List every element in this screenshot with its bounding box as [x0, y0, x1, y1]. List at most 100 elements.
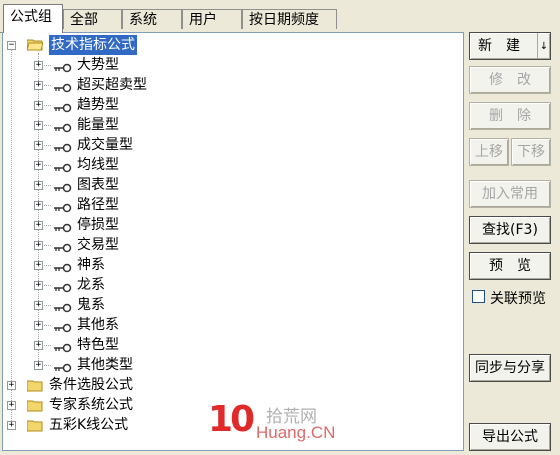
- tree-node-child[interactable]: + 停损型: [3, 215, 463, 235]
- tree-node-label: 其他类型: [77, 357, 133, 373]
- add-to-common-button[interactable]: 加入常用: [469, 180, 551, 208]
- export-formula-button[interactable]: 导出公式: [469, 423, 551, 451]
- tab-formula-group[interactable]: 公式组: [3, 4, 63, 33]
- tree-node-label: 停损型: [77, 217, 119, 233]
- watermark-domain: Huang.CN: [256, 423, 336, 442]
- expand-icon[interactable]: +: [34, 121, 43, 130]
- tree-node-child[interactable]: + 路径型: [3, 195, 463, 215]
- tree-node-child[interactable]: + 鬼系: [3, 295, 463, 315]
- key-icon: [53, 120, 73, 133]
- tree-node-child[interactable]: + 大势型: [3, 55, 463, 75]
- tree-node-label: 交易型: [77, 237, 119, 253]
- expand-icon[interactable]: +: [34, 361, 43, 370]
- tree-node-child[interactable]: + 龙系: [3, 275, 463, 295]
- key-icon: [53, 100, 73, 113]
- move-down-button[interactable]: 下移: [511, 138, 551, 166]
- expand-icon[interactable]: +: [7, 421, 16, 430]
- tree-node-label: 趋势型: [77, 97, 119, 113]
- expand-icon[interactable]: +: [34, 341, 43, 350]
- expand-icon[interactable]: +: [7, 381, 16, 390]
- folder-open-icon: [27, 39, 43, 51]
- tree-node-technical-indicators[interactable]: − 技术指标公式: [3, 35, 463, 55]
- expand-icon[interactable]: +: [34, 81, 43, 90]
- expand-icon[interactable]: +: [34, 161, 43, 170]
- tree-node-child[interactable]: + 均线型: [3, 155, 463, 175]
- tree-node-child[interactable]: + 超买超卖型: [3, 75, 463, 95]
- preview-button-label: 预 览: [489, 258, 531, 274]
- tab-all[interactable]: 全部: [63, 9, 122, 29]
- expand-icon[interactable]: +: [34, 221, 43, 230]
- tree-node-child[interactable]: + 趋势型: [3, 95, 463, 115]
- collapse-icon[interactable]: −: [7, 41, 16, 50]
- delete-button-label: 删 除: [489, 108, 531, 124]
- tree-node-child[interactable]: + 能量型: [3, 115, 463, 135]
- expand-icon[interactable]: +: [34, 101, 43, 110]
- tab-user[interactable]: 用户: [182, 9, 242, 29]
- tree-node-label: 技术指标公式: [49, 35, 137, 55]
- expand-icon[interactable]: +: [34, 181, 43, 190]
- tree-node-child[interactable]: + 图表型: [3, 175, 463, 195]
- new-button[interactable]: 新 建 ↓: [469, 32, 551, 60]
- expand-icon[interactable]: +: [34, 301, 43, 310]
- tree-node-label: 条件选股公式: [49, 377, 133, 393]
- tree-node-label: 五彩K线公式: [49, 417, 129, 433]
- expand-icon[interactable]: +: [34, 141, 43, 150]
- tree-node-label: 神系: [77, 257, 105, 273]
- tree-node-label: 特色型: [77, 337, 119, 353]
- key-icon: [53, 360, 73, 373]
- tree-node-root-folder[interactable]: + 条件选股公式: [3, 375, 463, 395]
- find-button[interactable]: 查找(F3): [469, 216, 551, 244]
- key-icon: [53, 80, 73, 93]
- export-formula-button-label: 导出公式: [482, 429, 538, 445]
- add-to-common-button-label: 加入常用: [482, 186, 538, 202]
- sync-share-button[interactable]: 同步与分享: [469, 354, 551, 382]
- tab-label: 系统: [129, 12, 157, 28]
- watermark-logo: 10 拾荒网 Huang.CN: [208, 400, 348, 448]
- tab-system[interactable]: 系统: [122, 9, 182, 29]
- tree-node-child[interactable]: + 成交量型: [3, 135, 463, 155]
- key-icon: [53, 140, 73, 153]
- tree-node-label: 鬼系: [77, 297, 105, 313]
- move-down-button-label: 下移: [517, 144, 545, 160]
- delete-button[interactable]: 删 除: [469, 102, 551, 130]
- tab-label: 用户: [189, 12, 217, 28]
- dropdown-arrow-icon[interactable]: ↓: [537, 33, 550, 59]
- tree-node-child[interactable]: + 特色型: [3, 335, 463, 355]
- key-icon: [53, 220, 73, 233]
- tree-node-label: 路径型: [77, 197, 119, 213]
- formula-tree[interactable]: − 技术指标公式 + 大势型 + 超买超卖型 + 趋势型 + 能量型 + 成交量型 + 均线型 + 图表型…: [2, 32, 464, 451]
- tab-strip: 公式组 全部 系统 用户 按日期频度: [0, 0, 560, 33]
- link-preview-checkbox[interactable]: [472, 290, 485, 303]
- tree-node-child[interactable]: + 其他系: [3, 315, 463, 335]
- expand-icon[interactable]: +: [34, 61, 43, 70]
- sync-share-button-label: 同步与分享: [475, 360, 545, 376]
- tree-node-child[interactable]: + 交易型: [3, 235, 463, 255]
- key-icon: [53, 60, 73, 73]
- tree-node-label: 其他系: [77, 317, 119, 333]
- expand-icon[interactable]: +: [34, 201, 43, 210]
- key-icon: [53, 340, 73, 353]
- folder-icon: [26, 419, 43, 432]
- modify-button[interactable]: 修 改: [469, 66, 551, 94]
- tree-node-label: 专家系统公式: [49, 397, 133, 413]
- expand-icon[interactable]: +: [7, 401, 16, 410]
- tree-node-child[interactable]: + 神系: [3, 255, 463, 275]
- key-icon: [53, 240, 73, 253]
- expand-icon[interactable]: +: [34, 321, 43, 330]
- tree-node-child[interactable]: + 其他类型: [3, 355, 463, 375]
- move-up-button[interactable]: 上移: [469, 138, 509, 166]
- expand-icon[interactable]: +: [34, 241, 43, 250]
- key-icon: [53, 300, 73, 313]
- watermark-number: 10: [208, 399, 255, 440]
- tree-node-label: 图表型: [77, 177, 119, 193]
- key-icon: [53, 260, 73, 273]
- tree-node-label: 龙系: [77, 277, 105, 293]
- expand-icon[interactable]: +: [34, 261, 43, 270]
- tab-by-date-frequency[interactable]: 按日期频度: [242, 9, 337, 29]
- expand-icon[interactable]: +: [34, 281, 43, 290]
- key-icon: [53, 320, 73, 333]
- tab-label: 公式组: [10, 9, 52, 25]
- find-button-label: 查找(F3): [482, 222, 538, 238]
- preview-button[interactable]: 预 览: [469, 252, 551, 280]
- tree-node-label: 成交量型: [77, 137, 133, 153]
